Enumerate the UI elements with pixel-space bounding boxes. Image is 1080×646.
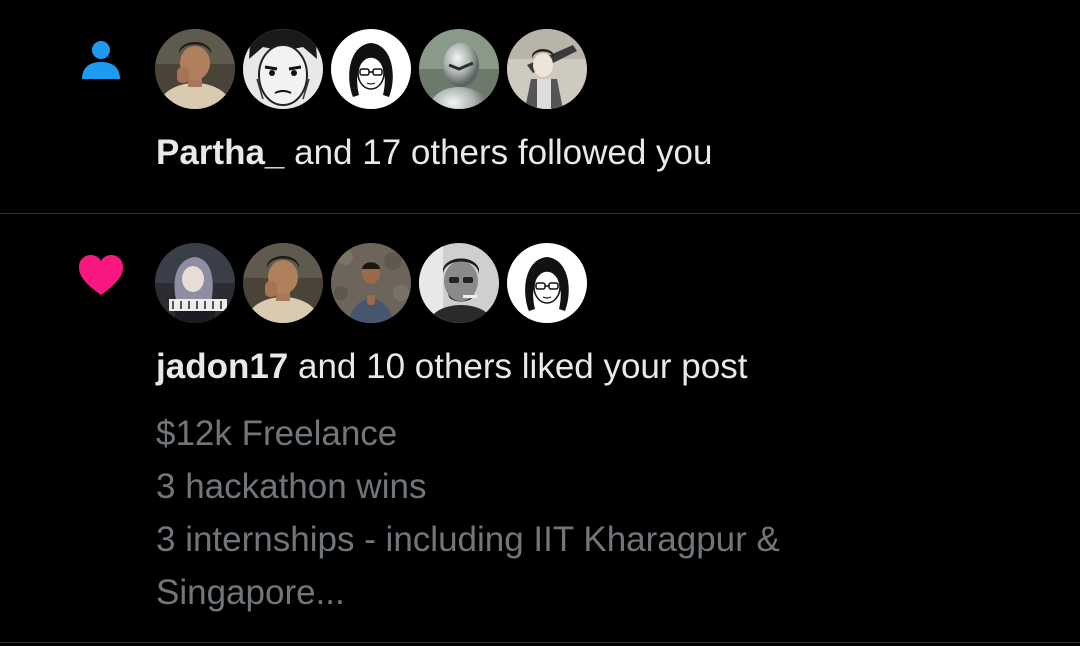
avatar[interactable]: [155, 243, 235, 323]
avatar[interactable]: [507, 243, 587, 323]
notification-follow[interactable]: Partha_ and 17 others followed you: [0, 0, 1080, 213]
avatar[interactable]: [155, 29, 235, 109]
heart-icon: [76, 250, 126, 300]
post-preview-line: 3 hackathon wins: [156, 467, 427, 506]
notification-like[interactable]: jadon17 and 10 others liked your post $1…: [0, 214, 1080, 643]
summary-text: and 17 others followed you: [284, 133, 713, 172]
post-preview-line: Singapore...: [156, 573, 345, 612]
actor-name[interactable]: Partha_: [156, 133, 284, 172]
post-preview-line: $12k Freelance: [156, 414, 398, 453]
avatar[interactable]: [331, 243, 411, 323]
post-preview[interactable]: $12k Freelance 3 hackathon wins 3 intern…: [156, 407, 1036, 619]
avatar-group: [155, 29, 587, 109]
person-icon: [76, 34, 126, 84]
avatar[interactable]: [243, 243, 323, 323]
avatar[interactable]: [507, 29, 587, 109]
notification-summary: jadon17 and 10 others liked your post: [156, 345, 747, 389]
divider: [0, 642, 1080, 643]
summary-text: and 10 others liked your post: [288, 347, 748, 386]
avatar[interactable]: [331, 29, 411, 109]
avatar[interactable]: [243, 29, 323, 109]
avatar-group: [155, 243, 587, 323]
post-preview-line: 3 internships - including IIT Kharagpur …: [156, 520, 780, 559]
avatar[interactable]: [419, 29, 499, 109]
notification-summary: Partha_ and 17 others followed you: [156, 131, 712, 175]
avatar[interactable]: [419, 243, 499, 323]
actor-name[interactable]: jadon17: [156, 347, 288, 386]
